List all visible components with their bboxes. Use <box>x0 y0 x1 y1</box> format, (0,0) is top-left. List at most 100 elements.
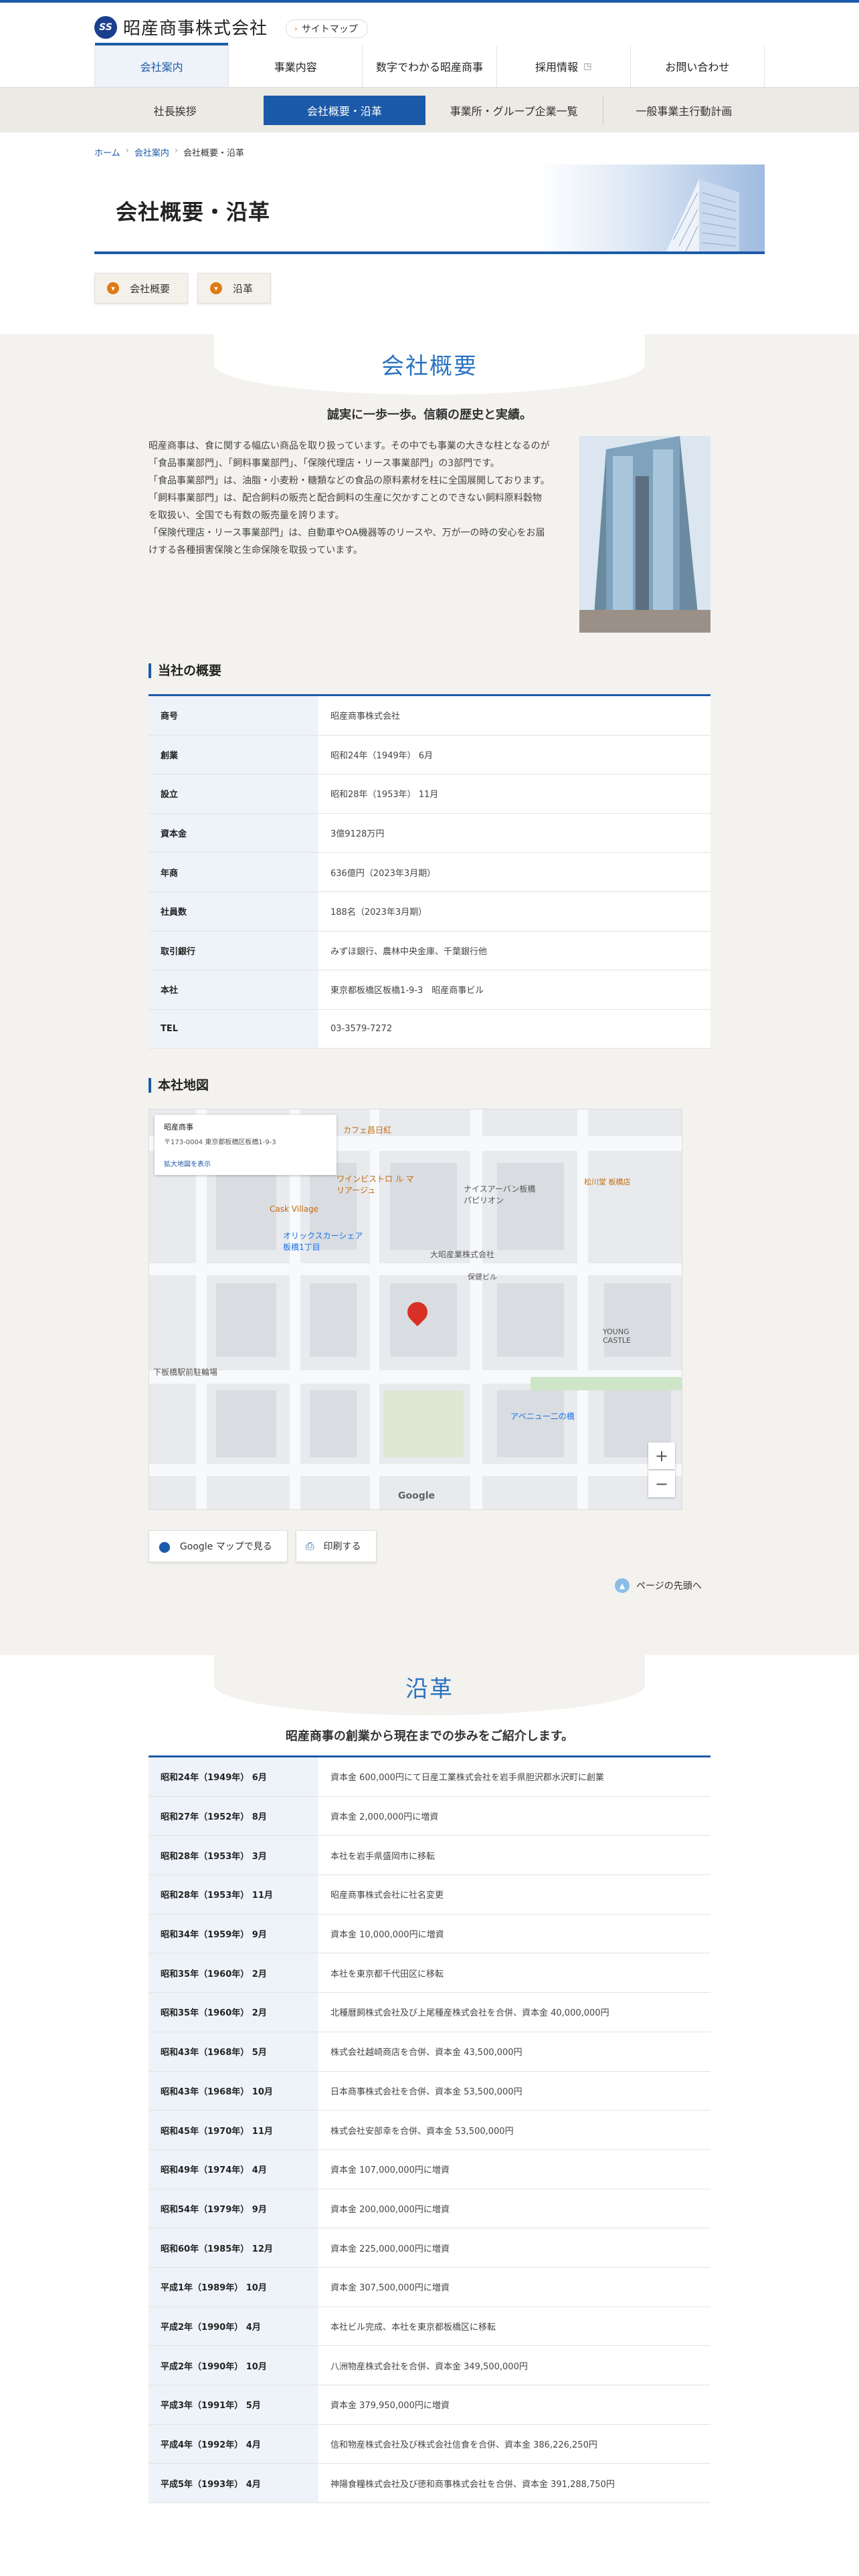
gnav-label: 会社案内 <box>140 61 183 74</box>
row-label: 創業 <box>149 735 318 774</box>
table-row: 昭和43年（1968年） 10月 日本商事株式会社を合併、資本金 53,500,0… <box>149 2071 710 2111</box>
row-value: 八洲物産株式会社を合併、資本金 349,500,000円 <box>318 2346 710 2385</box>
row-value: 188名（2023年3月期） <box>318 891 710 931</box>
row-value: 資本金 307,500,000円に増資 <box>318 2267 710 2306</box>
breadcrumb-separator-icon: › <box>174 146 179 156</box>
chevron-down-icon: ▾ <box>210 282 223 294</box>
zoom-out-button[interactable]: − <box>648 1471 675 1497</box>
chevron-down-icon: ▾ <box>107 282 119 294</box>
row-label: 平成2年（1990年） 10月 <box>149 2346 318 2385</box>
row-value: 資本金 2,000,000円に増資 <box>318 1796 710 1836</box>
intro-paragraph: 「保険代理店・リース事業部門」は、自動車やOA機器等のリースや、万が一の時の安心… <box>149 528 545 556</box>
subnav-offices[interactable]: 事業所・グループ企業一覧 <box>434 96 595 125</box>
row-label: 設立 <box>149 774 318 813</box>
breadcrumb-parent[interactable]: 会社案内 <box>134 146 169 158</box>
table-row: 本社 東京都板橋区板橋1-9-3 昭産商事ビル <box>149 970 710 1010</box>
map-label: アベニュー二の橋 <box>510 1412 575 1421</box>
row-label: 昭和24年（1949年） 6月 <box>149 1757 318 1796</box>
table-row: 昭和27年（1952年） 8月 資本金 2,000,000円に増資 <box>149 1796 710 1836</box>
history-table: 昭和24年（1949年） 6月 資本金 600,000円にて日産工業株式会社を岩手… <box>149 1755 710 2504</box>
table-row: 昭和24年（1949年） 6月 資本金 600,000円にて日産工業株式会社を岩手… <box>149 1757 710 1797</box>
row-value: 資本金 10,000,000円に増資 <box>318 1914 710 1953</box>
row-label: 取引銀行 <box>149 931 318 970</box>
gnav-business[interactable]: 事業内容 <box>228 45 362 87</box>
row-value: 株式会社安部幸を合併、資本金 53,500,000円 <box>318 2111 710 2149</box>
print-button[interactable]: ⎙ 印刷する <box>295 1530 377 1562</box>
site-header: SS 昭産商事株式会社 › サイトマップ <box>0 3 859 45</box>
table-row: 創業 昭和24年（1949年） 6月 <box>149 735 710 775</box>
row-value: 03-3579-7272 <box>318 1009 710 1049</box>
table-row: 昭和60年（1985年） 12月 資本金 225,000,000円に増資 <box>149 2228 710 2268</box>
anchor-history[interactable]: ▾ 沿革 <box>197 273 272 304</box>
row-value: 昭産商事株式会社に社名変更 <box>318 1875 710 1914</box>
subnav-label: 社長挨拶 <box>153 105 197 118</box>
row-label: 平成2年（1990年） 4月 <box>149 2306 318 2346</box>
gnav-company[interactable]: 会社案内 <box>94 43 229 87</box>
page-top-link[interactable]: ▲ ページの先頭へ <box>615 1578 702 1593</box>
gnav-numbers[interactable]: 数字でわかる昭産商事 <box>362 45 496 87</box>
subnav-label: 一般事業主行動計画 <box>636 105 733 118</box>
gnav-label: お問い合わせ <box>665 61 730 74</box>
table-row: 昭和35年（1960年） 2月 本社を東京都千代田区に移転 <box>149 1953 710 1994</box>
row-label: 昭和60年（1985年） 12月 <box>149 2228 318 2267</box>
intro-paragraph: 昭産商事は、食に関する幅広い商品を取り扱っています。その中でも事業の大きな柱とな… <box>149 441 550 469</box>
anchor-overview[interactable]: ▾ 会社概要 <box>94 273 189 304</box>
google-map[interactable]: 昭産商事 〒173-0004 東京都板橋区板橋1-9-3 拡大地図を表示 カフェ… <box>149 1109 682 1510</box>
external-link-icon: ◳ <box>583 61 592 72</box>
map-label: YOUNG CASTLE <box>603 1327 631 1345</box>
gnav-contact[interactable]: お問い合わせ <box>630 45 765 87</box>
table-row: 商号 昭産商事株式会社 <box>149 696 710 736</box>
map-heading: 本社地図 <box>149 1078 209 1093</box>
subnav-greeting[interactable]: 社長挨拶 <box>94 96 256 125</box>
google-logo: Google <box>398 1491 436 1501</box>
row-label: 昭和35年（1960年） 2月 <box>149 1993 318 2032</box>
table-row: 昭和28年（1953年） 11月 昭産商事株式会社に社名変更 <box>149 1875 710 1915</box>
history-title: 沿革 <box>405 1676 454 1703</box>
table-row: 平成5年（1993年） 4月 神陽食糧株式会社及び徳和商事株式会社を合併、資本金 … <box>149 2464 710 2504</box>
history-lead: 昭産商事の創業から現在までの歩みをご紹介します。 <box>285 1729 574 1743</box>
row-label: TEL <box>149 1009 318 1049</box>
headquarters-photo <box>579 436 710 633</box>
chevron-right-icon: › <box>294 24 298 33</box>
subnav-overview-history[interactable]: 会社概要・沿革 <box>264 96 425 125</box>
map-label: オリックスカーシェア 板橋1丁目 <box>283 1231 363 1252</box>
table-row: 年商 636億円（2023年3月期） <box>149 853 710 892</box>
anchor-label: 沿革 <box>233 282 254 295</box>
row-label: 昭和34年（1959年） 9月 <box>149 1914 318 1953</box>
table-row: 昭和34年（1959年） 9月 資本金 10,000,000円に増資 <box>149 1914 710 1954</box>
map-place-address: 〒173-0004 東京都板橋区板橋1-9-3 <box>164 1139 276 1146</box>
breadcrumb-home[interactable]: ホーム <box>94 146 120 158</box>
gnav-recruit[interactable]: 採用情報 ◳ <box>496 45 630 87</box>
table-row: 資本金 3億9128万円 <box>149 813 710 853</box>
subnav-label: 会社概要・沿革 <box>306 105 382 118</box>
table-row: 平成4年（1992年） 4月 信和物産株式会社及び株式会社信食を合併、資本金 38… <box>149 2424 710 2464</box>
map-info-card: 昭産商事 〒173-0004 東京都板橋区板橋1-9-3 拡大地図を表示 <box>155 1115 337 1175</box>
row-value: 本社を東京都千代田区に移転 <box>318 1953 710 1993</box>
zoom-in-button[interactable]: + <box>648 1442 675 1469</box>
gnav-label: 事業内容 <box>274 61 317 74</box>
intro-paragraph: 「食品事業部門」は、油脂・小麦粉・糖類などの食品の原料素材を柱に全国展開しており… <box>149 475 550 486</box>
site-logo[interactable]: SS 昭産商事株式会社 <box>94 15 268 39</box>
page-top-label: ページの先頭へ <box>636 1581 702 1592</box>
row-value: 資本金 379,950,000円に増資 <box>318 2385 710 2424</box>
building-photo-graphic <box>579 436 710 633</box>
table-row: 設立 昭和28年（1953年） 11月 <box>149 774 710 814</box>
row-value: 神陽食糧株式会社及び徳和商事株式会社を合併、資本金 391,288,750円 <box>318 2464 710 2503</box>
subnav-action-plan[interactable]: 一般事業主行動計画 <box>602 96 765 125</box>
row-label: 昭和35年（1960年） 2月 <box>149 1953 318 1993</box>
google-maps-button[interactable]: ⬤ Google マップで見る <box>149 1530 288 1562</box>
row-label: 昭和28年（1953年） 3月 <box>149 1836 318 1875</box>
row-value: 資本金 200,000,000円に増資 <box>318 2189 710 2228</box>
row-value: 昭産商事株式会社 <box>318 696 710 735</box>
map-enlarge-link[interactable]: 拡大地図を表示 <box>164 1158 327 1168</box>
sitemap-button[interactable]: › サイトマップ <box>286 19 368 38</box>
row-label: 昭和43年（1968年） 10月 <box>149 2071 318 2111</box>
row-label: 昭和54年（1979年） 9月 <box>149 2189 318 2228</box>
table-row: 昭和49年（1974年） 4月 資本金 107,000,000円に増資 <box>149 2149 710 2189</box>
sub-nav-band: 社長挨拶 会社概要・沿革 事業所・グループ企業一覧 一般事業主行動計画 <box>0 87 859 132</box>
google-maps-label: Google マップで見る <box>179 1541 272 1552</box>
anchor-label: 会社概要 <box>130 282 171 295</box>
row-value: 資本金 107,000,000円に増資 <box>318 2149 710 2189</box>
row-value: 日本商事株式会社を合併、資本金 53,500,000円 <box>318 2071 710 2111</box>
map-label: ナイスアーバン板橋 パピリオン <box>464 1184 536 1205</box>
